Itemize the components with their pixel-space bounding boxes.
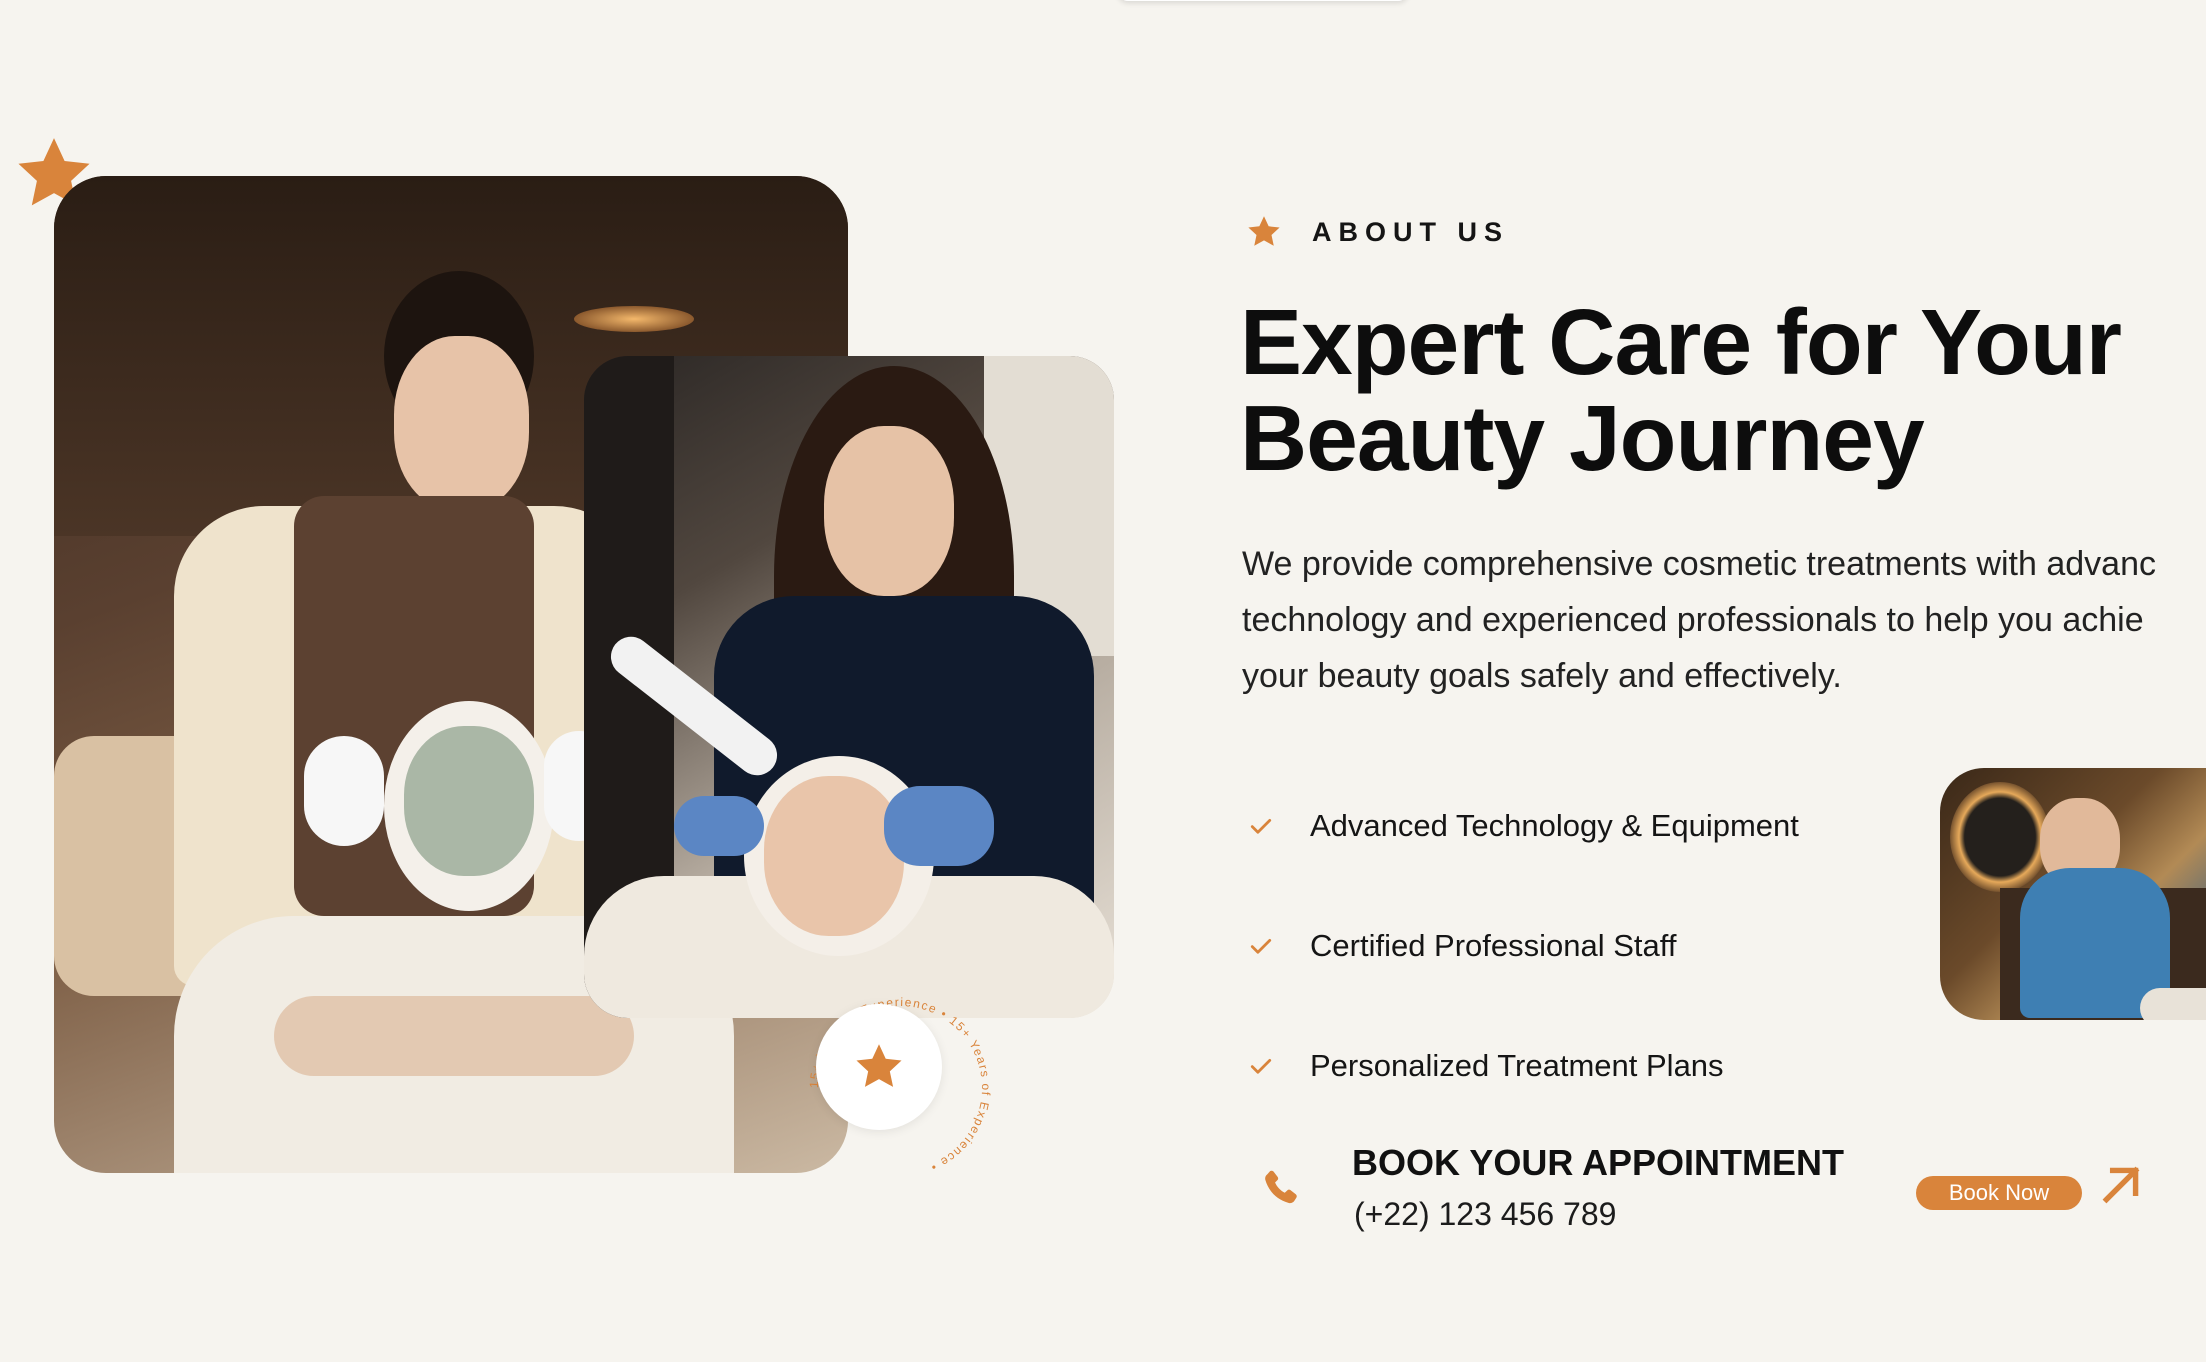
description-line: your beauty goals safely and effectively… [1242, 657, 1842, 695]
check-icon [1250, 819, 1272, 834]
booking-title: BOOK YOUR APPOINTMENT [1352, 1142, 1845, 1183]
check-icon [1250, 1059, 1272, 1074]
description-line: technology and experienced professionals… [1242, 601, 2144, 639]
star-icon [1248, 216, 1280, 246]
description-line: We provide comprehensive cosmetic treatm… [1242, 545, 2156, 583]
book-now-button[interactable]: Book Now [1916, 1176, 2082, 1210]
feature-label: Advanced Technology & Equipment [1310, 808, 1799, 843]
experience-badge [816, 1004, 942, 1130]
thumbnail-treatment-photo[interactable] [1940, 768, 2206, 1020]
secondary-treatment-photo [584, 356, 1114, 1018]
about-description: We provide comprehensive cosmetic treatm… [1242, 536, 2202, 704]
section-label-row: ABOUT US [1246, 214, 1509, 250]
booking-phone-number[interactable]: (+22) 123 456 789 [1354, 1196, 1616, 1233]
arrow-up-right-icon[interactable] [2096, 1160, 2146, 1210]
page-title: Expert Care for Your Beauty Journey [1240, 290, 2122, 490]
feature-item: Personalized Treatment Plans [1246, 1048, 1724, 1084]
top-tab-edge [1118, 0, 1408, 1]
feature-item: Certified Professional Staff [1246, 928, 1676, 964]
phone-icon[interactable] [1258, 1166, 1302, 1210]
star-icon [856, 1044, 902, 1087]
feature-label: Certified Professional Staff [1310, 928, 1677, 963]
feature-label: Personalized Treatment Plans [1310, 1048, 1724, 1083]
section-label: ABOUT US [1312, 216, 1509, 247]
check-icon [1250, 939, 1272, 954]
feature-item: Advanced Technology & Equipment [1246, 808, 1799, 844]
